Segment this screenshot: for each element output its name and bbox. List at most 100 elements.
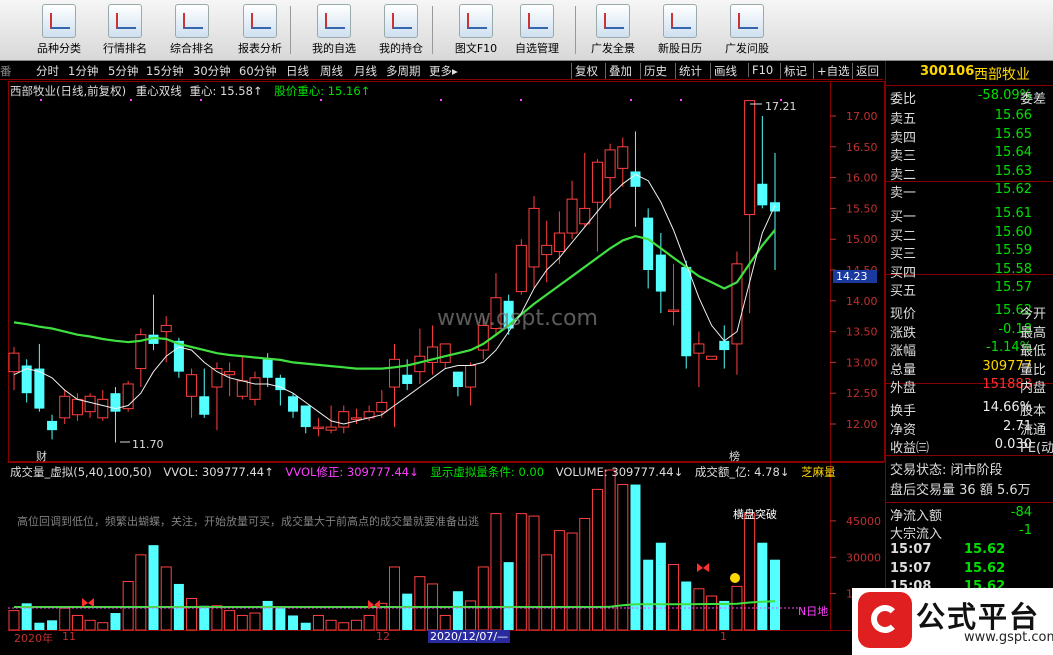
quote-row-right: 最低 <box>1020 344 1047 359</box>
tab-action-0[interactable]: 复权 <box>571 63 601 79</box>
toolbar-button-label: 我的持仓 <box>379 42 423 55</box>
volume-bar <box>122 581 134 631</box>
volume-bar <box>173 583 184 630</box>
toolbar-button-7[interactable]: 自选管理 <box>509 2 565 58</box>
toolbar-button-3[interactable]: 报表分析 <box>232 2 288 58</box>
tab-period-1[interactable]: 1分钟 <box>68 63 98 79</box>
tab-action-3[interactable]: 统计 <box>675 63 705 79</box>
volume-bar <box>503 562 514 630</box>
quote-row: 外盘 151883 内盘 <box>888 377 1052 396</box>
candle-body <box>8 352 20 373</box>
tab-period-10[interactable]: 更多▸ <box>429 63 458 79</box>
volume-value: VOLUME: 309777.44↓ <box>555 465 684 479</box>
volume-bar <box>8 610 20 631</box>
toolbar-button-9[interactable]: 新股日历 <box>652 2 708 58</box>
tab-period-8[interactable]: 月线 <box>354 63 377 79</box>
candle-body <box>402 374 413 384</box>
volume-bar <box>528 515 540 631</box>
candle-body <box>47 420 58 431</box>
stock-code: 300106 <box>920 64 975 79</box>
toolbar-button-5[interactable]: 我的持仓 <box>373 2 429 58</box>
candle-body <box>160 324 172 333</box>
candle-body <box>643 217 654 270</box>
netflow-row: 净流入额 -84 <box>888 505 1052 524</box>
candle-body <box>553 232 565 253</box>
toolbar-button-1[interactable]: 行情排名 <box>97 2 153 58</box>
volume-bar <box>59 607 71 631</box>
ask-row-value: 15.64 <box>994 145 1032 160</box>
ask-row: 卖二 15.63 <box>888 164 1052 183</box>
tab-action-1[interactable]: 叠加 <box>605 63 635 79</box>
tick-row: 15:07 15.62 <box>888 542 1052 560</box>
toolbar-button-0[interactable]: 品种分类 <box>31 2 87 58</box>
toolbar-button-2[interactable]: 综合排名 <box>164 2 220 58</box>
price-header: 西部牧业(日线,前复权) 重心双线 重心: 15.58↑ 股价重心: 15.16… <box>10 83 370 99</box>
vvol-fix-value: VVOL修正: 309777.44↓ <box>285 465 419 479</box>
toolbar-button-10[interactable]: 广发问股 <box>719 2 775 58</box>
tab-period-3[interactable]: 15分钟 <box>146 63 184 79</box>
tab-period-5[interactable]: 60分钟 <box>239 63 277 79</box>
fund-row-right: PE(动 <box>1020 441 1053 456</box>
volume-bar <box>34 622 45 630</box>
tab-period-0[interactable]: 分时 <box>36 63 59 79</box>
price-tick-label: 15.00 <box>846 233 878 246</box>
fund-row-right: 股本 <box>1020 404 1047 419</box>
volume-bar <box>693 588 705 631</box>
volume-bar <box>553 530 565 631</box>
tab-period-2[interactable]: 5分钟 <box>108 63 138 79</box>
candle-body <box>427 346 439 363</box>
volume-bar <box>630 484 641 630</box>
price-zhongxin-value: 股价重心: 15.16↑ <box>274 84 371 98</box>
tab-period-6[interactable]: 日线 <box>286 63 309 79</box>
toolbar-button-4[interactable]: 我的自选 <box>306 2 362 58</box>
toolbar-chart-icon <box>175 4 209 38</box>
tab-period-4[interactable]: 30分钟 <box>193 63 231 79</box>
candle-body <box>591 161 603 203</box>
price-tick-label: 13.00 <box>846 356 878 369</box>
volume-bar <box>211 605 223 631</box>
toolbar-separator <box>575 6 576 54</box>
volume-bar <box>706 595 718 631</box>
tick-time: 15:07 <box>890 560 932 576</box>
volume-bar <box>236 614 248 631</box>
candle-body <box>515 244 527 293</box>
toolbar-button-8[interactable]: 广发全景 <box>585 2 641 58</box>
bid-row-label: 买一 <box>890 210 917 225</box>
zhongxin-line-white <box>13 173 776 425</box>
volume-bar <box>224 610 236 631</box>
quote-row-label: 总量 <box>890 362 917 378</box>
tab-action-7[interactable]: +自选 <box>813 63 853 79</box>
toolbar-button-label: 行情排名 <box>103 42 147 55</box>
main-toolbar: 品种分类 行情排名 综合排名 报表分析 我的自选 我的持仓 图文F10 自选管理 广发全景 新股日… <box>0 0 1053 61</box>
candle-body <box>604 149 616 179</box>
volume-bar <box>617 484 629 631</box>
gspt-logo: 公式平台 www.gspt.com <box>852 588 1053 655</box>
candle-body <box>199 396 210 415</box>
candle-body <box>630 171 641 187</box>
volume-bar <box>515 513 527 631</box>
fund-row-label: 换手 <box>890 404 917 419</box>
axis-month-1: 1 <box>720 630 727 643</box>
tab-action-8[interactable]: 返回 <box>852 63 882 79</box>
ask-row-label: 卖四 <box>890 130 917 146</box>
candle-body <box>135 334 147 370</box>
tab-action-6[interactable]: 标记 <box>780 63 810 79</box>
volume-bar <box>591 488 603 631</box>
volume-bar <box>465 600 477 631</box>
zhongxin-value: 重心: 15.58↑ <box>189 84 263 98</box>
quote-row-label: 现价 <box>890 307 917 322</box>
candle-body <box>71 398 83 416</box>
axis-month-11: 11 <box>62 630 76 643</box>
toolbar-separator <box>432 6 433 54</box>
tab-period-9[interactable]: 多周期 <box>386 63 421 79</box>
vol-note: 高位回调到低位，频繁出蝴蝶，关注，开始放量可买，成交量大于前高点的成交量就要准备… <box>17 515 479 528</box>
bid-row: 买二 15.60 <box>888 225 1052 244</box>
tab-action-5[interactable]: F10 <box>748 63 776 77</box>
tab-period-7[interactable]: 周线 <box>320 63 343 79</box>
tab-action-4[interactable]: 画线 <box>710 63 740 79</box>
bid-row-value: 15.61 <box>994 206 1032 221</box>
toolbar-button-6[interactable]: 图文F10 <box>448 2 504 58</box>
toolbar-chart-icon <box>596 4 630 38</box>
quote-row: 涨幅 -1.14% 最低 <box>888 340 1052 359</box>
tab-action-2[interactable]: 历史 <box>640 63 670 79</box>
